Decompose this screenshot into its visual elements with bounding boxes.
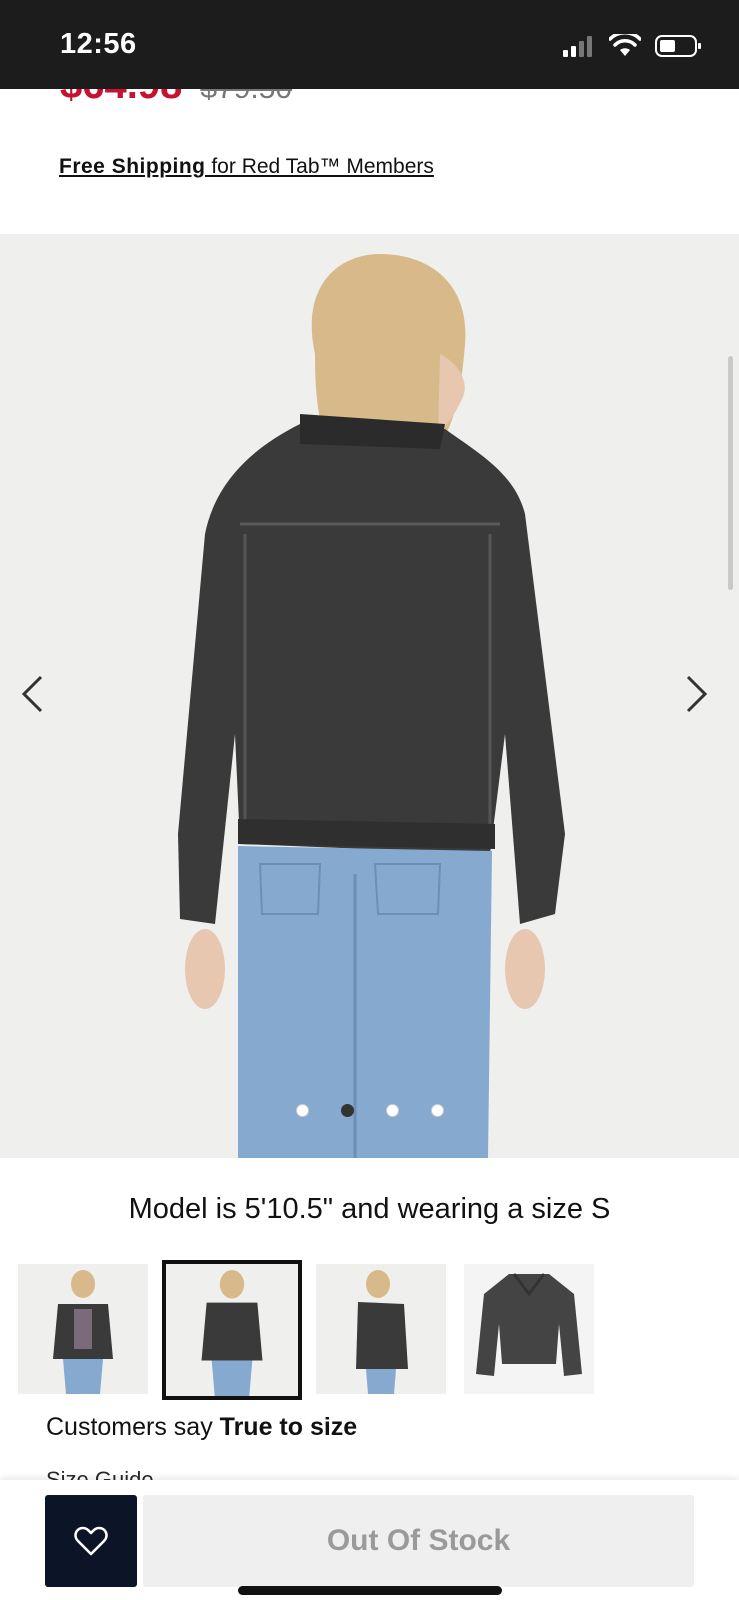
gallery-dot[interactable] [385, 1104, 399, 1117]
gallery-dot[interactable] [430, 1104, 444, 1117]
original-price: $79.50 [200, 89, 292, 106]
product-image-model-back [0, 234, 739, 1158]
chevron-left-icon [21, 675, 43, 713]
heart-icon [74, 1526, 108, 1556]
shipping-bold: Free Shipping [59, 155, 206, 178]
thumbnail-front-image [18, 1264, 148, 1394]
thumbnail-flat-image [464, 1264, 594, 1394]
gallery-dot[interactable] [295, 1104, 309, 1117]
sale-price: $64.98 [60, 89, 182, 108]
gallery-pagination-dots [0, 1104, 739, 1117]
home-indicator[interactable] [238, 1586, 502, 1595]
gallery-prev-button[interactable] [12, 664, 52, 724]
thumbnail-side[interactable] [316, 1264, 446, 1394]
price-row: $64.98 $79.50 [60, 89, 292, 108]
product-page: $64.98 $79.50 Free Shipping for Red Tab™… [0, 89, 739, 1600]
free-shipping-link[interactable]: Free Shipping for Red Tab™ Members [59, 155, 434, 179]
chevron-right-icon [686, 675, 708, 713]
cellular-signal-icon [563, 36, 592, 57]
wishlist-button[interactable] [45, 1495, 137, 1587]
fit-prefix: Customers say [46, 1413, 220, 1441]
status-time: 12:56 [60, 28, 137, 60]
thumbnail-back-image [166, 1264, 298, 1396]
battery-icon [655, 35, 701, 57]
bottom-action-bar: Out Of Stock [0, 1480, 739, 1600]
thumbnail-front[interactable] [18, 1264, 148, 1394]
wifi-icon [609, 34, 641, 56]
shipping-rest: for Red Tab™ Members [205, 155, 434, 178]
out-of-stock-button[interactable]: Out Of Stock [143, 1495, 694, 1587]
model-size-caption: Model is 5'10.5" and wearing a size S [128, 1193, 611, 1225]
status-bar: 12:56 [0, 0, 739, 89]
gallery-dot-active[interactable] [340, 1104, 354, 1117]
page-scrollbar[interactable] [728, 356, 733, 590]
thumbnail-side-image [316, 1264, 446, 1394]
gallery-next-button[interactable] [677, 664, 717, 724]
fit-value: True to size [219, 1413, 358, 1441]
fit-summary: Customers say True to size [46, 1413, 357, 1442]
status-icons [563, 34, 703, 58]
thumbnail-back[interactable] [162, 1260, 302, 1400]
product-gallery[interactable] [0, 234, 739, 1158]
thumbnail-flat[interactable] [464, 1264, 594, 1394]
thumbnail-strip [18, 1260, 594, 1400]
